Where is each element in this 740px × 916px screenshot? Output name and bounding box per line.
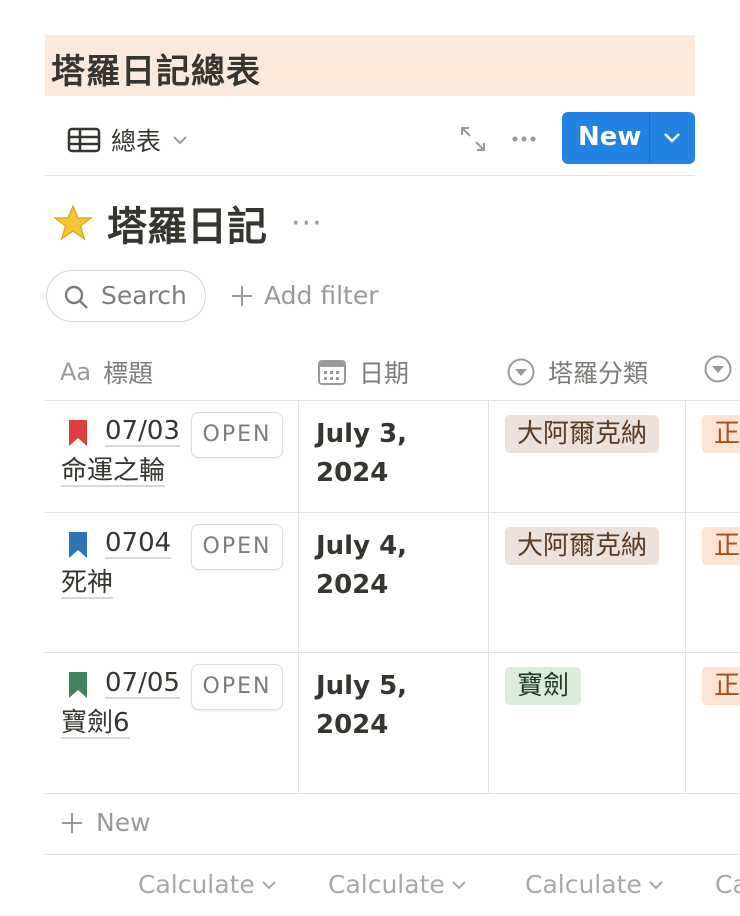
search-label: Search (101, 281, 187, 310)
calculate-button[interactable]: Calculate (525, 870, 664, 899)
add-filter-button[interactable]: Add filter (230, 281, 379, 310)
calculate-label: Ca (715, 870, 740, 899)
calculate-button[interactable]: Calculate (328, 870, 467, 899)
row-divider (45, 652, 740, 653)
calculate-label: Calculate (138, 870, 255, 899)
column-label: 塔羅分類 (548, 359, 649, 388)
table-header: Aa 標題 日期 塔羅分類 (45, 340, 740, 400)
search-button[interactable]: Search (46, 270, 206, 322)
calculate-button[interactable]: Ca (715, 870, 740, 899)
category-tag[interactable]: 寶劍 (505, 667, 582, 705)
chevron-down-icon (262, 880, 276, 889)
bookmark-icon (69, 672, 87, 698)
row-title[interactable]: 07/03 (105, 417, 180, 447)
column-header-title[interactable]: Aa 標題 (60, 354, 153, 390)
next-tag[interactable]: 正 (702, 527, 740, 565)
expand-icon[interactable] (458, 124, 488, 154)
date-line: July 4, (316, 531, 408, 561)
column-header-date[interactable]: 日期 (317, 354, 409, 390)
calculate-button[interactable]: Calculate (138, 870, 277, 899)
new-button[interactable]: New (562, 112, 695, 164)
category-tag[interactable]: 大阿爾克納 (505, 415, 660, 453)
select-icon (704, 355, 732, 383)
calculate-label: Calculate (328, 870, 445, 899)
row-title[interactable]: 0704 (105, 529, 172, 559)
search-icon (64, 285, 88, 309)
category-tag[interactable]: 大阿爾克納 (505, 527, 660, 565)
chevron-down-icon (452, 880, 466, 889)
column-label: 標題 (103, 359, 154, 388)
column-label: 日期 (359, 359, 410, 388)
database-title[interactable]: 塔羅日記 (107, 194, 267, 252)
date-cell[interactable]: July 5, 2024 (316, 667, 466, 745)
plus-icon (232, 285, 252, 306)
table-icon (67, 127, 101, 153)
row-divider (45, 854, 740, 855)
chevron-down-icon (649, 880, 663, 889)
row-divider (45, 400, 740, 401)
table-row[interactable]: 0704 死神 OPEN July 4, 2024 大阿爾克納 正 (45, 515, 740, 651)
date-line: 2024 (316, 710, 389, 740)
date-cell[interactable]: July 4, 2024 (316, 527, 466, 605)
open-button[interactable]: OPEN (191, 524, 283, 570)
row-title-line2[interactable]: 命運之輪 (61, 457, 166, 487)
view-bar: 總表 New (45, 110, 695, 170)
chevron-down-icon[interactable] (660, 125, 684, 149)
plus-icon (62, 812, 82, 833)
text-type-icon: Aa (60, 358, 92, 386)
open-button[interactable]: OPEN (191, 664, 283, 710)
chevron-down-icon (173, 136, 187, 145)
row-divider (45, 512, 740, 513)
more-icon[interactable] (509, 124, 539, 154)
row-divider (45, 793, 740, 794)
add-row-label: New (96, 808, 151, 837)
column-header-category[interactable]: 塔羅分類 (506, 354, 648, 390)
add-row-button[interactable]: New (60, 808, 151, 837)
date-line: July 3, (316, 419, 408, 449)
new-button-label: New (578, 122, 642, 152)
table-row[interactable]: 07/03 命運之輪 OPEN July 3, 2024 大阿爾克納 正 (45, 403, 740, 511)
star-icon (53, 204, 93, 241)
new-button-divider (649, 112, 650, 164)
next-tag[interactable]: 正 (702, 667, 740, 705)
date-line: July 5, (316, 671, 408, 701)
row-title-line2[interactable]: 死神 (61, 569, 114, 599)
bookmark-icon (69, 420, 87, 446)
page-banner: 塔羅日記總表 (45, 35, 695, 96)
column-header-next[interactable] (703, 354, 733, 384)
calculate-label: Calculate (525, 870, 642, 899)
add-filter-label: Add filter (264, 281, 379, 310)
date-line: 2024 (316, 570, 389, 600)
row-title-line2[interactable]: 寶劍6 (61, 709, 130, 739)
bookmark-icon (69, 532, 87, 558)
view-tab-table[interactable]: 總表 (67, 122, 189, 158)
calendar-icon (318, 360, 346, 385)
table-row[interactable]: 07/05 寶劍6 OPEN July 5, 2024 寶劍 正 (45, 655, 740, 792)
database-header: 塔羅日記 ··· (53, 195, 323, 251)
view-tab-label: 總表 (111, 127, 162, 156)
next-tag[interactable]: 正 (702, 415, 740, 453)
date-cell[interactable]: July 3, 2024 (316, 415, 466, 493)
divider (45, 175, 695, 176)
page-title: 塔羅日記總表 (51, 52, 261, 92)
row-title[interactable]: 07/05 (105, 669, 180, 699)
open-button[interactable]: OPEN (191, 412, 283, 458)
database-more-icon[interactable]: ··· (291, 206, 323, 241)
select-icon (507, 358, 535, 386)
date-line: 2024 (316, 458, 389, 488)
